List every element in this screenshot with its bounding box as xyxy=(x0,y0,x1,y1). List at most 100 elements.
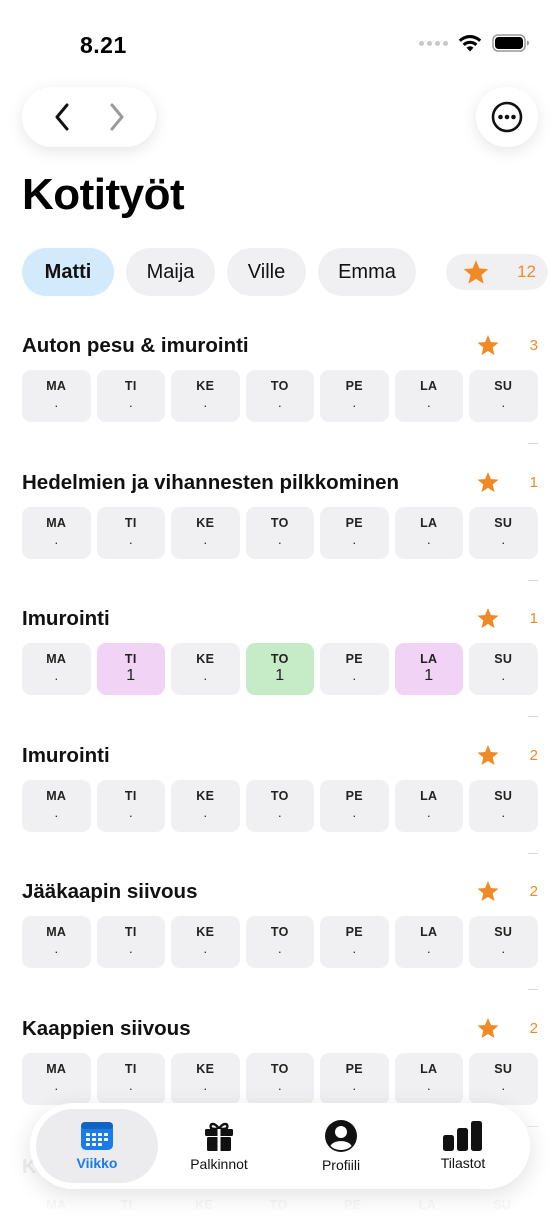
day-cell[interactable]: PE. xyxy=(320,506,389,559)
day-label: MA xyxy=(46,925,67,939)
star-icon xyxy=(477,335,499,355)
day-cell[interactable]: KE. xyxy=(171,370,240,422)
more-options-button[interactable] xyxy=(476,87,538,147)
day-cell[interactable]: TI. xyxy=(96,506,165,559)
navigation-pill xyxy=(22,87,156,147)
person-chip-emma[interactable]: Emma xyxy=(318,248,416,296)
day-cell[interactable]: LA 1 xyxy=(394,643,463,695)
day-count: . xyxy=(426,395,431,410)
day-cell[interactable]: MA. xyxy=(22,779,91,832)
day-count: . xyxy=(352,1077,357,1093)
day-label: LA xyxy=(420,788,438,803)
day-cell[interactable]: KE. xyxy=(171,1052,240,1105)
day-cell[interactable]: PE. xyxy=(320,643,389,695)
previous-week-button[interactable] xyxy=(42,97,82,137)
person-chip-matti[interactable]: Matti xyxy=(22,248,114,296)
tab-statistics[interactable]: Tilastot xyxy=(402,1109,524,1183)
day-count: . xyxy=(352,804,357,820)
day-count: . xyxy=(501,531,506,547)
person-circle-icon xyxy=(325,1120,357,1152)
day-label: SU xyxy=(494,1061,513,1076)
chevron-right-icon xyxy=(110,103,123,131)
day-cell[interactable]: TO. xyxy=(245,779,314,832)
tab-rewards[interactable]: Palkinnot xyxy=(158,1109,280,1183)
star-icon xyxy=(477,471,499,492)
day-cell[interactable]: LA. xyxy=(394,779,463,832)
chore-title[interactable]: Auton pesu & imurointi xyxy=(22,334,249,358)
day-count: 1 xyxy=(275,667,285,684)
tab-profile[interactable]: Profiili xyxy=(280,1109,402,1183)
day-cell[interactable]: TO 1 xyxy=(245,643,314,695)
day-label: TI xyxy=(124,515,137,530)
day-cell[interactable]: MA. xyxy=(22,506,91,559)
next-week-button[interactable] xyxy=(97,97,137,137)
day-cell[interactable]: LA. xyxy=(394,370,463,422)
day-cell[interactable]: PE. xyxy=(320,916,389,968)
day-cell[interactable]: TO. xyxy=(245,370,314,422)
day-cell[interactable]: TI. xyxy=(96,1052,165,1105)
day-cell[interactable]: PE. xyxy=(320,370,389,422)
day-label: LA xyxy=(420,652,438,666)
day-cell[interactable]: TI. xyxy=(96,370,165,422)
day-count: . xyxy=(128,941,133,956)
chore-title[interactable]: Hedelmien ja vihannesten pilkkominen xyxy=(22,471,399,495)
day-cell[interactable]: TI. xyxy=(96,916,165,968)
day-label: SU xyxy=(494,788,513,803)
person-chip-label: Matti xyxy=(44,260,92,283)
day-cell[interactable]: SU. xyxy=(469,916,538,968)
day-count: . xyxy=(277,395,282,410)
day-count: . xyxy=(501,395,506,410)
chore-title[interactable]: Jääkaapin siivous xyxy=(22,880,197,904)
day-cell[interactable]: MA. xyxy=(22,370,91,422)
person-chip-maija[interactable]: Maija xyxy=(126,248,215,296)
chore-points: 1 xyxy=(529,473,538,491)
day-cell[interactable]: MA. xyxy=(22,1052,91,1105)
day-cell[interactable]: TI 1 xyxy=(96,643,165,695)
day-label: SU xyxy=(494,379,513,393)
day-label: SU xyxy=(494,515,513,530)
day-label: TI xyxy=(124,1061,137,1076)
day-count: . xyxy=(277,804,282,820)
star-icon xyxy=(477,1017,499,1038)
day-label: KE xyxy=(196,925,215,939)
day-cell[interactable]: LA. xyxy=(394,1052,463,1105)
row-divider xyxy=(528,716,538,717)
day-cell[interactable]: TO. xyxy=(245,1052,314,1105)
day-cell[interactable]: TO. xyxy=(245,506,314,559)
day-count: . xyxy=(128,1077,133,1093)
day-cell[interactable]: SU. xyxy=(469,370,538,422)
day-count: . xyxy=(54,395,59,410)
day-cell[interactable]: SU. xyxy=(469,1052,538,1105)
person-chip-ville[interactable]: Ville xyxy=(227,248,306,296)
chore-title[interactable]: Imurointi xyxy=(22,744,110,768)
chore-row: Imurointi 1 MA. TI 1 KE. TO 1 PE. LA 1 SU. xyxy=(22,603,538,740)
tab-bar: Viikko Palkinnot Profiili Tilastot xyxy=(30,1103,530,1189)
chore-points: 2 xyxy=(529,883,538,900)
day-label: TI xyxy=(124,652,137,666)
day-cell[interactable]: SU. xyxy=(469,643,538,695)
chore-row: Hedelmien ja vihannesten pilkkominen 1 MA.… xyxy=(22,467,538,604)
day-cell[interactable]: KE. xyxy=(171,916,240,968)
day-count: . xyxy=(352,531,357,547)
day-cell[interactable]: MA. xyxy=(22,643,91,695)
chore-row: Auton pesu & imurointi 3 MA. TI. KE. TO. PE. LA… xyxy=(22,330,538,467)
day-cell[interactable]: LA. xyxy=(394,506,463,559)
day-cell[interactable]: KE. xyxy=(171,643,240,695)
chore-title[interactable]: Kaappien siivous xyxy=(22,1017,191,1041)
day-cell[interactable]: KE. xyxy=(171,779,240,832)
day-cell[interactable]: LA. xyxy=(394,916,463,968)
day-cell[interactable]: SU. xyxy=(469,779,538,832)
tab-week[interactable]: Viikko xyxy=(36,1109,158,1183)
day-cell[interactable]: PE. xyxy=(320,1052,389,1105)
day-count: . xyxy=(501,1077,506,1093)
day-label: KE xyxy=(196,788,215,803)
day-cell[interactable]: MA. xyxy=(22,916,91,968)
day-cell[interactable]: TI. xyxy=(96,779,165,832)
day-cell[interactable]: SU. xyxy=(469,506,538,559)
day-count: . xyxy=(128,804,133,820)
day-label: MA xyxy=(46,788,67,803)
day-cell[interactable]: KE. xyxy=(171,506,240,559)
chore-title[interactable]: Imurointi xyxy=(22,607,110,631)
day-cell[interactable]: PE. xyxy=(320,779,389,832)
day-cell[interactable]: TO. xyxy=(245,916,314,968)
